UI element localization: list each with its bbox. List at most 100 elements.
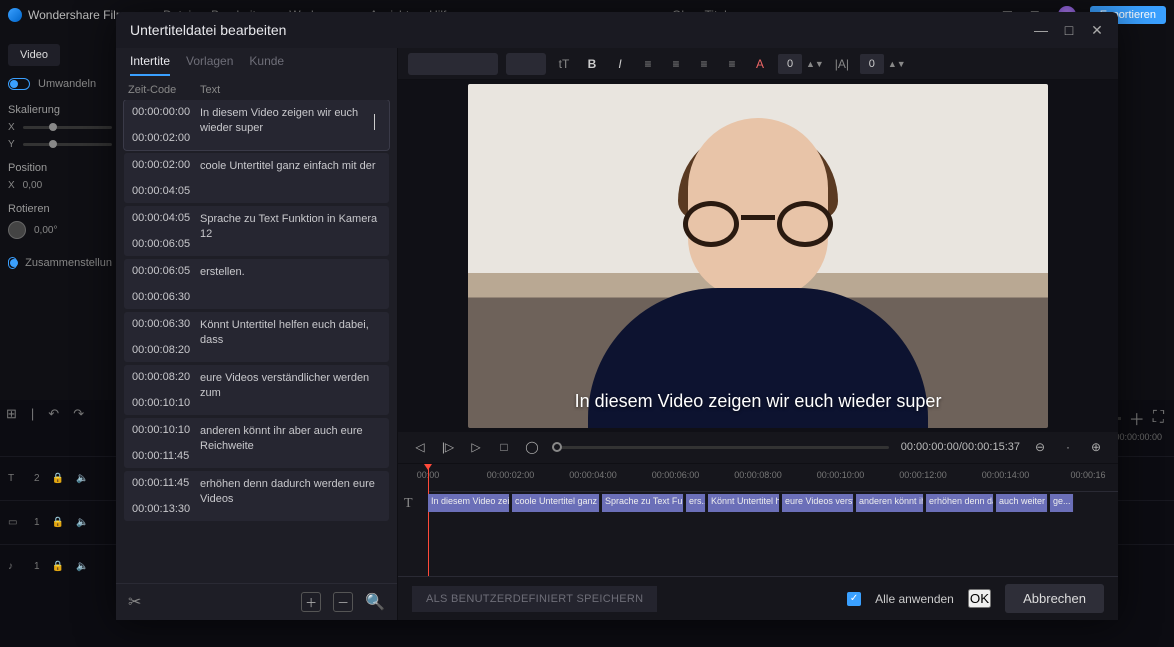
subtitle-clip[interactable]: ers...	[686, 494, 706, 512]
subtitle-row[interactable]: 00:00:00:0000:00:02:00In diesem Video ze…	[124, 100, 389, 150]
play-from-start-icon[interactable]: |▷	[440, 439, 456, 455]
tab-intertitle[interactable]: Intertite	[130, 54, 170, 76]
zoom-fit-icon[interactable]: ⛶	[1153, 409, 1164, 427]
sub-text[interactable]: erstellen.	[196, 259, 389, 309]
mute-icon[interactable]: 🔈	[76, 561, 88, 572]
sub-text[interactable]: anderen könnt ihr aber auch eure Reichwe…	[196, 418, 389, 468]
subtitle-clip[interactable]: In diesem Video zei...	[428, 494, 510, 512]
save-custom-button[interactable]: ALS BENUTZERDEFINIERT SPEICHERN	[412, 586, 657, 612]
spinner-icon[interactable]: ▲▼	[888, 59, 906, 69]
search-icon[interactable]: 🔍	[365, 592, 385, 612]
mute-icon[interactable]: 🔈	[76, 473, 88, 484]
text-track-icon: T	[404, 496, 413, 512]
subtitle-row[interactable]: 00:00:08:2000:00:10:10eure Videos verstä…	[124, 365, 389, 415]
scale-y-slider[interactable]	[23, 143, 112, 146]
italic-button[interactable]: I	[610, 57, 630, 71]
preview-time: 00:00:00:00/00:00:15:37	[901, 441, 1020, 453]
tool-grid-icon[interactable]: ⊞	[6, 406, 17, 422]
list-header: Zeit-Code Text	[116, 76, 397, 100]
redo-icon[interactable]: ↷	[73, 406, 84, 422]
loop-icon[interactable]: ◯	[524, 439, 540, 455]
text-color-icon[interactable]: A	[750, 57, 770, 71]
tab-customer[interactable]: Kunde	[249, 54, 284, 76]
ok-button[interactable]: OK	[968, 589, 991, 608]
line-height-input[interactable]	[860, 54, 884, 74]
subtitle-row[interactable]: 00:00:02:0000:00:04:05coole Untertitel g…	[124, 153, 389, 203]
minimize-icon[interactable]: —	[1034, 23, 1048, 37]
tab-templates[interactable]: Vorlagen	[186, 54, 233, 76]
scale-x-slider[interactable]	[23, 126, 112, 129]
sub-text[interactable]: Sprache zu Text Funktion in Kamera 12	[196, 206, 389, 256]
play-icon[interactable]: ▷	[468, 439, 484, 455]
zoom-in-icon[interactable]: ＋	[1129, 406, 1145, 430]
align-justify-icon[interactable]: ≡	[722, 57, 742, 71]
sub-out: 00:00:04:05	[132, 185, 188, 197]
mini-timeline[interactable]: T 00:0000:00:02:0000:00:04:0000:00:06:00…	[398, 463, 1118, 577]
line-height-icon[interactable]: |A|	[832, 57, 852, 71]
subtitle-clip[interactable]: coole Untertitel ganz ...	[512, 494, 600, 512]
subtitle-row[interactable]: 00:00:06:3000:00:08:20Könnt Untertitel h…	[124, 312, 389, 362]
transform-toggle[interactable]	[8, 78, 30, 90]
font-select[interactable]	[408, 53, 498, 75]
rotate-dial[interactable]	[8, 221, 26, 239]
font-size-select[interactable]	[506, 53, 546, 75]
prev-frame-icon[interactable]: ◁	[412, 439, 428, 455]
ruler-tick: 00:00:06:00	[652, 470, 700, 480]
close-icon[interactable]: ✕	[1090, 23, 1104, 37]
zoom-reset-icon[interactable]: ·	[1060, 439, 1076, 455]
compose-label: Zusammenstellun	[25, 257, 112, 269]
split-icon[interactable]: ✂	[128, 592, 141, 612]
subtitle-clip[interactable]: Könnt Untertitel h...	[708, 494, 780, 512]
sub-text[interactable]: In diesem Video zeigen wir euch wieder s…	[196, 100, 389, 150]
sub-text[interactable]: Könnt Untertitel helfen euch dabei, dass	[196, 312, 389, 362]
spinner-icon[interactable]: ▲▼	[806, 59, 824, 69]
zoom-in-preview-icon[interactable]: ⊕	[1088, 439, 1104, 455]
rotate-section-label: Rotieren	[8, 203, 112, 215]
inspector-tab-video[interactable]: Video	[8, 44, 60, 66]
sub-text[interactable]: eure Videos verständlicher werden zum	[196, 365, 389, 415]
inspector-panel: Video Umwandeln Skalierung X Y Position …	[0, 36, 120, 291]
playhead[interactable]	[428, 464, 429, 577]
subtitle-row[interactable]: 00:00:10:1000:00:11:45anderen könnt ihr …	[124, 418, 389, 468]
letter-spacing-input[interactable]	[778, 54, 802, 74]
compose-toggle[interactable]	[8, 257, 17, 269]
lock-icon[interactable]: 🔒	[52, 517, 64, 528]
subtitle-clip[interactable]: auch weiter e...	[996, 494, 1048, 512]
cancel-button[interactable]: Abbrechen	[1005, 584, 1104, 613]
position-section-label: Position	[8, 162, 112, 174]
subtitle-scroll[interactable]: 00:00:00:0000:00:02:00In diesem Video ze…	[116, 100, 397, 583]
pos-x-input[interactable]	[23, 180, 63, 191]
apply-all-checkbox[interactable]: ✓	[847, 592, 861, 606]
maximize-icon[interactable]: □	[1062, 23, 1076, 37]
sub-text[interactable]: coole Untertitel ganz einfach mit der	[196, 153, 389, 203]
text-transform-icon[interactable]: tT	[554, 57, 574, 71]
remove-subtitle-button[interactable]: －	[333, 592, 353, 612]
add-subtitle-button[interactable]: ＋	[301, 592, 321, 612]
align-right-icon[interactable]: ≡	[694, 57, 714, 71]
zoom-out-preview-icon[interactable]: ⊖	[1032, 439, 1048, 455]
sub-text[interactable]: erhöhen denn dadurch werden eure Videos	[196, 471, 389, 521]
subtitle-clip[interactable]: ge...	[1050, 494, 1074, 512]
subtitle-clip[interactable]: Sprache zu Text Funkti...	[602, 494, 684, 512]
mute-icon[interactable]: 🔈	[76, 517, 88, 528]
rotate-value: 0,00°	[34, 225, 57, 236]
ruler-tick: 00:00:14:00	[982, 470, 1030, 480]
subtitle-row[interactable]: 00:00:04:0500:00:06:05Sprache zu Text Fu…	[124, 206, 389, 256]
subtitle-row[interactable]: 00:00:11:4500:00:13:30erhöhen denn dadur…	[124, 471, 389, 521]
undo-icon[interactable]: ↶	[48, 406, 59, 422]
bold-button[interactable]: B	[582, 57, 602, 71]
align-left-icon[interactable]: ≡	[638, 57, 658, 71]
subtitle-clip[interactable]: erhöhen denn da...	[926, 494, 994, 512]
subtitle-clip[interactable]: eure Videos verstä...	[782, 494, 854, 512]
subtitle-clip[interactable]: anderen könnt ih...	[856, 494, 924, 512]
align-center-icon[interactable]: ≡	[666, 57, 686, 71]
dialog-titlebar: Untertiteldatei bearbeiten — □ ✕	[116, 12, 1118, 48]
dialog-title: Untertiteldatei bearbeiten	[130, 22, 286, 38]
stop-icon[interactable]: □	[496, 439, 512, 455]
video-preview[interactable]: In diesem Video zeigen wir euch wieder s…	[468, 84, 1048, 428]
mini-ruler[interactable]: 00:0000:00:02:0000:00:04:0000:00:06:0000…	[428, 464, 1118, 492]
lock-icon[interactable]: 🔒	[52, 561, 64, 572]
subtitle-row[interactable]: 00:00:06:0500:00:06:30erstellen.	[124, 259, 389, 309]
preview-scrubber[interactable]	[552, 446, 889, 449]
lock-icon[interactable]: 🔒	[52, 473, 64, 484]
